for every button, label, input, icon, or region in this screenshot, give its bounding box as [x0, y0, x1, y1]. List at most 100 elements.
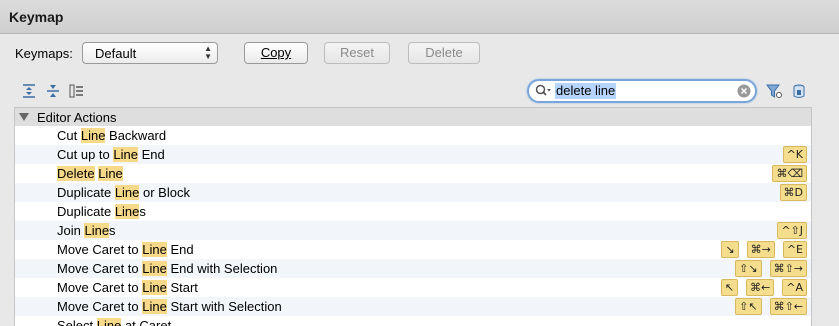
delete-button-label: Delete: [425, 45, 463, 60]
shortcut-badge: ↘: [721, 241, 739, 258]
shortcut-list: ↘ ⌘→ ^E: [713, 241, 807, 258]
search-input[interactable]: delete line: [555, 83, 617, 99]
keymap-select[interactable]: Default ▲ ▼: [82, 42, 218, 64]
action-text: Move Caret to: [57, 280, 143, 295]
updown-arrows-icon: ▲ ▼: [204, 44, 212, 61]
keymaps-label: Keymaps:: [15, 46, 73, 61]
action-text: End: [137, 147, 165, 162]
action-label: Move Caret to Line Start with Selection: [57, 299, 282, 314]
shortcut-list: ⌘D: [772, 184, 807, 201]
match-highlight: Line: [142, 242, 167, 257]
action-text: End with Selection: [166, 261, 278, 276]
keymap-panel: Keymap Keymaps: Default ▲ ▼ Copy Reset De…: [0, 0, 839, 326]
action-row[interactable]: Duplicate Line or Block ⌘D: [15, 183, 811, 202]
shortcut-badge: ^E: [782, 241, 807, 258]
action-row[interactable]: Move Caret to Line Start with Selection ⇧…: [15, 297, 811, 316]
match-highlight: Line: [80, 128, 106, 143]
shortcut-badge: ⌘⇧←: [769, 298, 807, 315]
shortcut-badge: ⇧↖: [735, 298, 762, 315]
action-row[interactable]: Move Caret to Line End ↘ ⌘→ ^E: [15, 240, 811, 259]
action-text: Move Caret to: [57, 242, 143, 257]
collapse-all-icon[interactable]: [45, 83, 61, 99]
action-text: s: [109, 223, 116, 238]
shortcut-list: ⇧↖ ⌘⇧←: [727, 298, 807, 315]
shortcut-list: ^⇧J: [769, 222, 807, 239]
shortcut-badge: ⌘⇧→: [769, 260, 807, 277]
shortcut-list: ⌘⌫: [764, 165, 807, 182]
search-icon[interactable]: [535, 84, 551, 98]
action-row[interactable]: Join Lines ^⇧J: [15, 221, 811, 240]
action-row[interactable]: Move Caret to Line Start ↖ ⌘← ^A: [15, 278, 811, 297]
action-text: Cut: [57, 128, 81, 143]
shortcut-badge: ^K: [782, 146, 807, 163]
shortcut-badge: ⌘→: [746, 241, 775, 258]
clear-search-icon[interactable]: [737, 84, 751, 98]
action-row[interactable]: Cut up to Line End ^K: [15, 145, 811, 164]
action-row[interactable]: Select Line at Caret: [15, 316, 811, 326]
action-text: Cut up to: [57, 147, 114, 162]
shortcut-badge: ↖: [720, 279, 739, 296]
match-highlight: Line: [114, 185, 140, 200]
action-label: Duplicate Line or Block: [57, 185, 190, 200]
copy-button[interactable]: Copy: [244, 42, 308, 64]
action-text: Move Caret to: [57, 261, 143, 276]
keymaps-row: Keymaps: Default ▲ ▼ Copy Reset Delete: [0, 40, 839, 68]
actions-tree[interactable]: Editor Actions Cut Line Backward Cut up t…: [14, 107, 812, 326]
shortcut-list: ^K: [775, 146, 807, 163]
action-label: Select Line at Caret: [57, 318, 171, 326]
action-text: at Caret: [121, 318, 172, 326]
match-highlight: Line: [142, 261, 167, 276]
shortcut-badge: ⌘D: [779, 184, 807, 201]
filter-by-shortcut-icon[interactable]: [766, 83, 782, 99]
search-field[interactable]: delete line: [527, 79, 757, 103]
action-label: Delete Line: [57, 166, 123, 181]
action-text: Backward: [105, 128, 167, 143]
match-highlight: Delete: [57, 166, 95, 181]
action-label: Cut up to Line End: [57, 147, 165, 162]
action-label: Move Caret to Line End: [57, 242, 194, 257]
action-text: Start with Selection: [166, 299, 282, 314]
edit-shortcut-icon[interactable]: [69, 83, 85, 99]
expand-triangle-icon[interactable]: [19, 112, 29, 122]
action-text: Move Caret to: [57, 299, 143, 314]
action-text: Start: [166, 280, 198, 295]
keymap-select-value: Default: [95, 46, 137, 61]
action-label: Move Caret to Line Start: [57, 280, 198, 295]
action-row[interactable]: Move Caret to Line End with Selection ⇧↘ ⌘…: [15, 259, 811, 278]
copy-button-label: Copy: [260, 45, 292, 60]
match-highlight: Line: [114, 204, 140, 219]
shortcut-badge: ⌘←: [746, 279, 775, 296]
expand-all-icon[interactable]: [21, 83, 37, 99]
action-row[interactable]: Duplicate Lines: [15, 202, 811, 221]
shortcut-list: ↖ ⌘← ^A: [713, 279, 807, 296]
tree-group-editor-actions[interactable]: Editor Actions: [15, 108, 811, 126]
match-highlight: Line: [96, 318, 122, 326]
action-text: s: [139, 204, 146, 219]
clear-filter-icon[interactable]: [791, 83, 807, 99]
action-label: Duplicate Lines: [57, 204, 146, 219]
reset-button[interactable]: Reset: [324, 42, 390, 64]
group-label: Editor Actions: [37, 110, 117, 125]
action-text: Duplicate: [57, 185, 115, 200]
match-highlight: Line: [84, 223, 110, 238]
reset-button-label: Reset: [340, 45, 374, 60]
match-highlight: Line: [98, 166, 123, 181]
action-text: End: [166, 242, 194, 257]
shortcut-badge: ^A: [782, 279, 807, 296]
shortcut-badge: ⇧↘: [735, 260, 762, 277]
shortcut-list: ⇧↘ ⌘⇧→: [727, 260, 807, 277]
match-highlight: Line: [142, 299, 167, 314]
shortcut-badge: ^⇧J: [777, 222, 807, 239]
match-highlight: Line: [113, 147, 138, 162]
action-text: or Block: [139, 185, 190, 200]
delete-button[interactable]: Delete: [408, 42, 480, 64]
action-label: Join Lines: [57, 223, 116, 238]
panel-title: Keymap: [9, 9, 64, 25]
action-row[interactable]: Cut Line Backward: [15, 126, 811, 145]
match-highlight: Line: [142, 280, 167, 295]
action-text: Duplicate: [57, 204, 115, 219]
action-text: Join: [57, 223, 85, 238]
shortcut-badge: ⌘⌫: [772, 165, 807, 182]
action-row[interactable]: Delete Line ⌘⌫: [15, 164, 811, 183]
action-label: Move Caret to Line End with Selection: [57, 261, 277, 276]
